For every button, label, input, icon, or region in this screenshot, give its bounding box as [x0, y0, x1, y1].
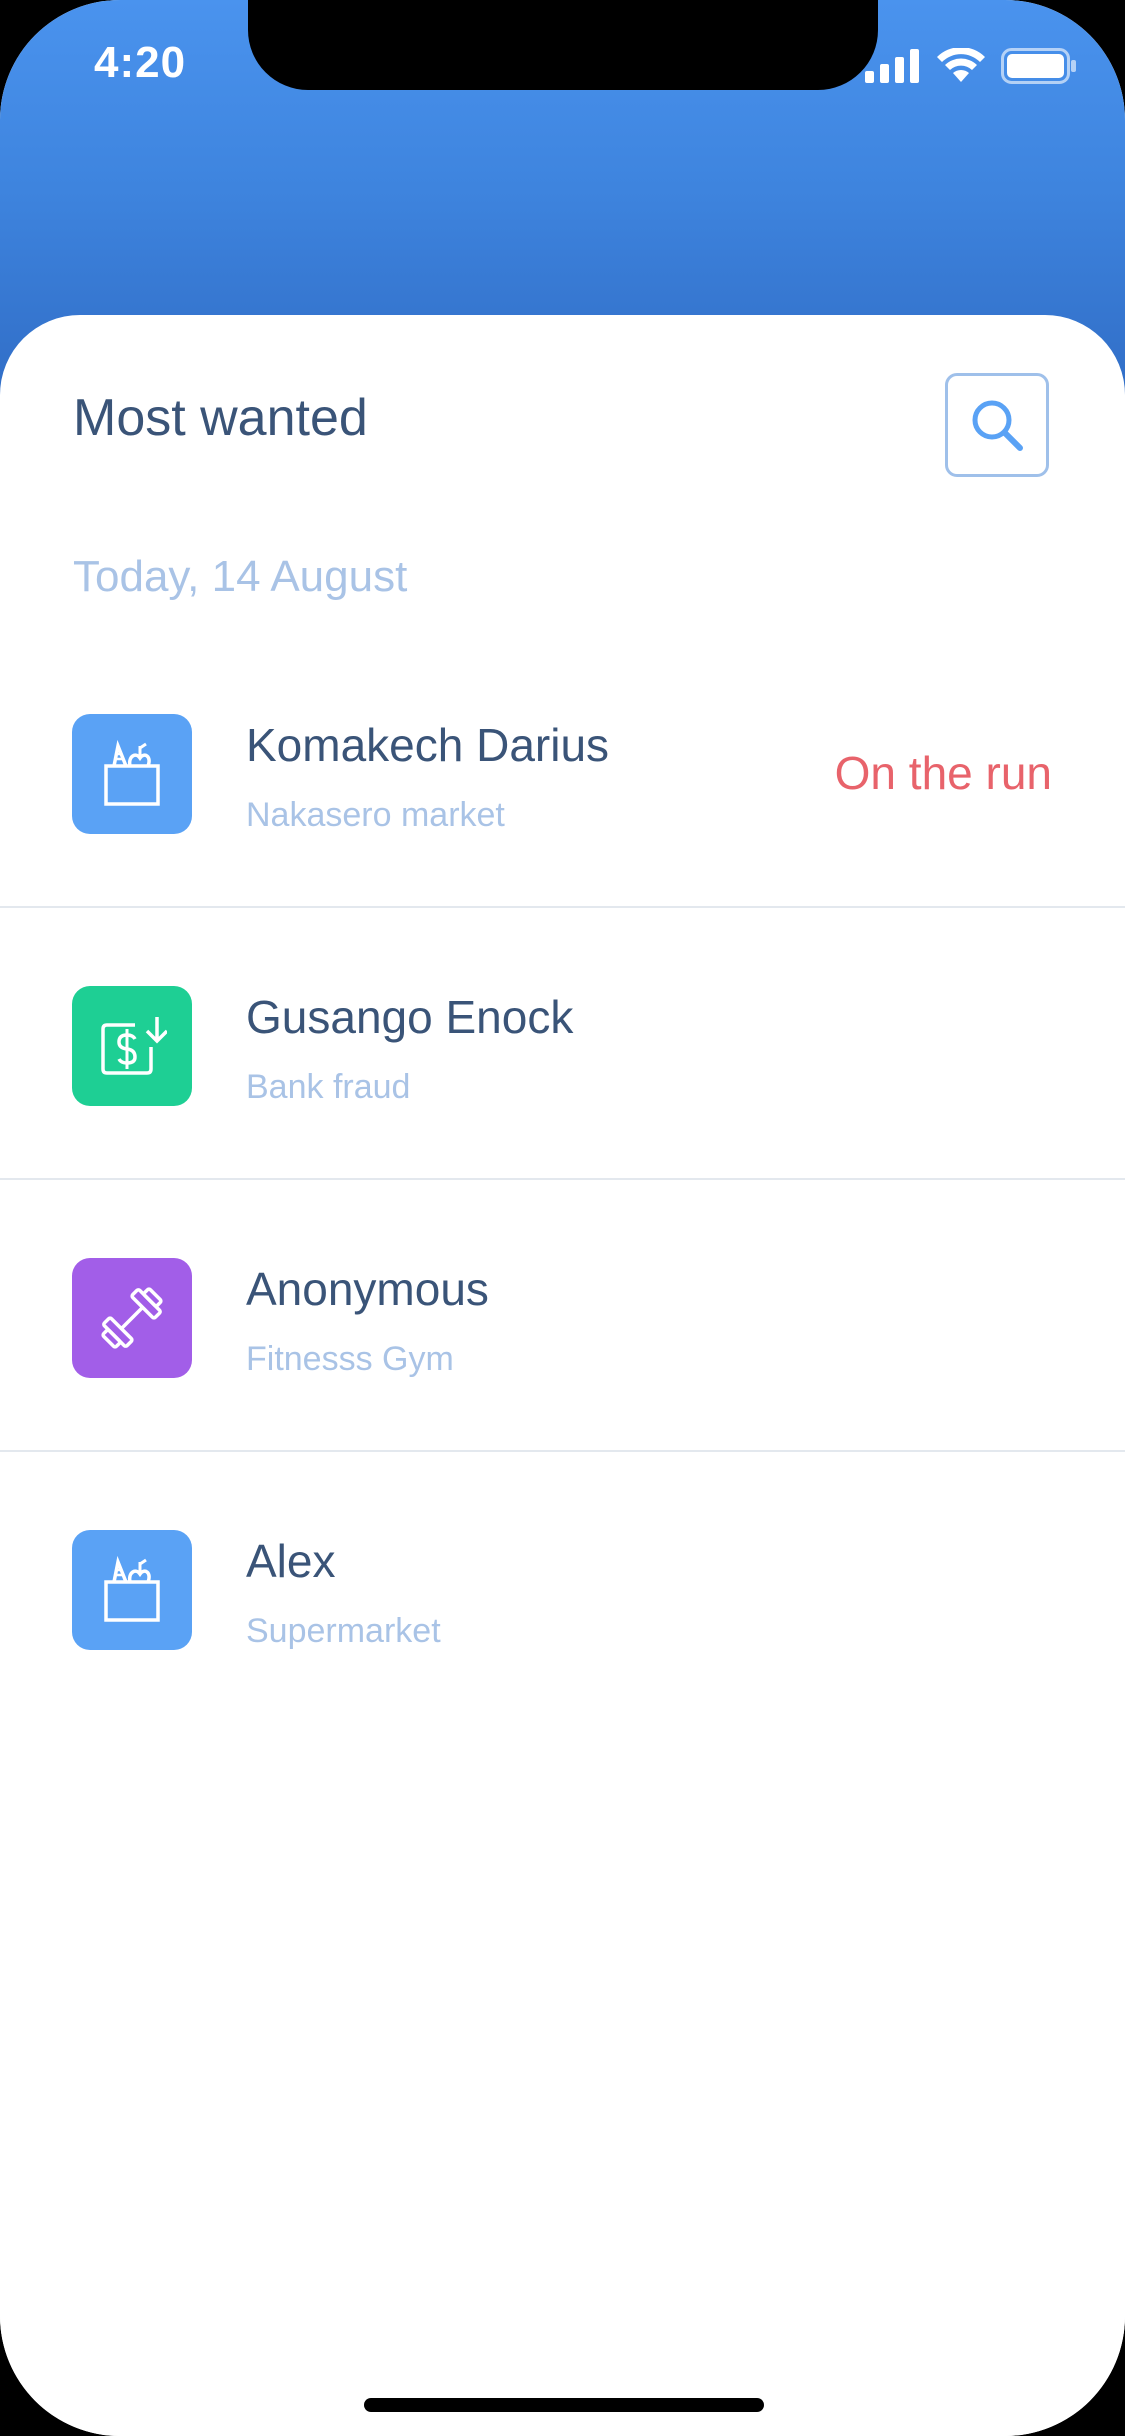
item-name: Gusango Enock: [246, 991, 574, 1043]
status-badge: On the run: [834, 747, 1052, 799]
item-icon-tile: [72, 1258, 192, 1378]
item-location: Nakasero market: [246, 796, 505, 834]
dumbbell-icon: [101, 1287, 163, 1349]
item-location: Bank fraud: [246, 1068, 411, 1106]
item-icon-tile: [72, 986, 192, 1106]
date-label: Today, 14 August: [73, 552, 408, 601]
status-icons: [865, 48, 1077, 84]
wifi-icon: [937, 48, 985, 82]
battery-icon: [1001, 48, 1076, 84]
list-item[interactable]: Alex Supermarket: [0, 1452, 1125, 1724]
money-download-icon: [101, 1017, 167, 1075]
cellular-signal-icon: [865, 49, 919, 83]
phone-screen: 4:20 Most wanted Today, 14 August Komake…: [0, 0, 1125, 2436]
search-button[interactable]: [945, 373, 1049, 477]
item-name: Alex: [246, 1535, 336, 1587]
item-icon-tile: [72, 1530, 192, 1650]
grocery-bag-icon: [104, 1556, 160, 1622]
wanted-list: Komakech Darius Nakasero market On the r…: [0, 636, 1125, 1724]
item-icon-tile: [72, 714, 192, 834]
device-notch: [248, 0, 878, 90]
status-time: 4:20: [94, 38, 187, 87]
list-item[interactable]: Anonymous Fitnesss Gym: [0, 1180, 1125, 1452]
item-location: Fitnesss Gym: [246, 1340, 454, 1378]
list-item[interactable]: Komakech Darius Nakasero market On the r…: [0, 636, 1125, 908]
page-title: Most wanted: [73, 389, 368, 447]
item-name: Komakech Darius: [246, 719, 610, 771]
item-name: Anonymous: [246, 1263, 489, 1315]
home-indicator[interactable]: [364, 2398, 764, 2412]
item-location: Supermarket: [246, 1612, 441, 1650]
grocery-bag-icon: [104, 740, 160, 806]
list-item[interactable]: Gusango Enock Bank fraud: [0, 908, 1125, 1180]
search-icon: [972, 400, 1023, 451]
